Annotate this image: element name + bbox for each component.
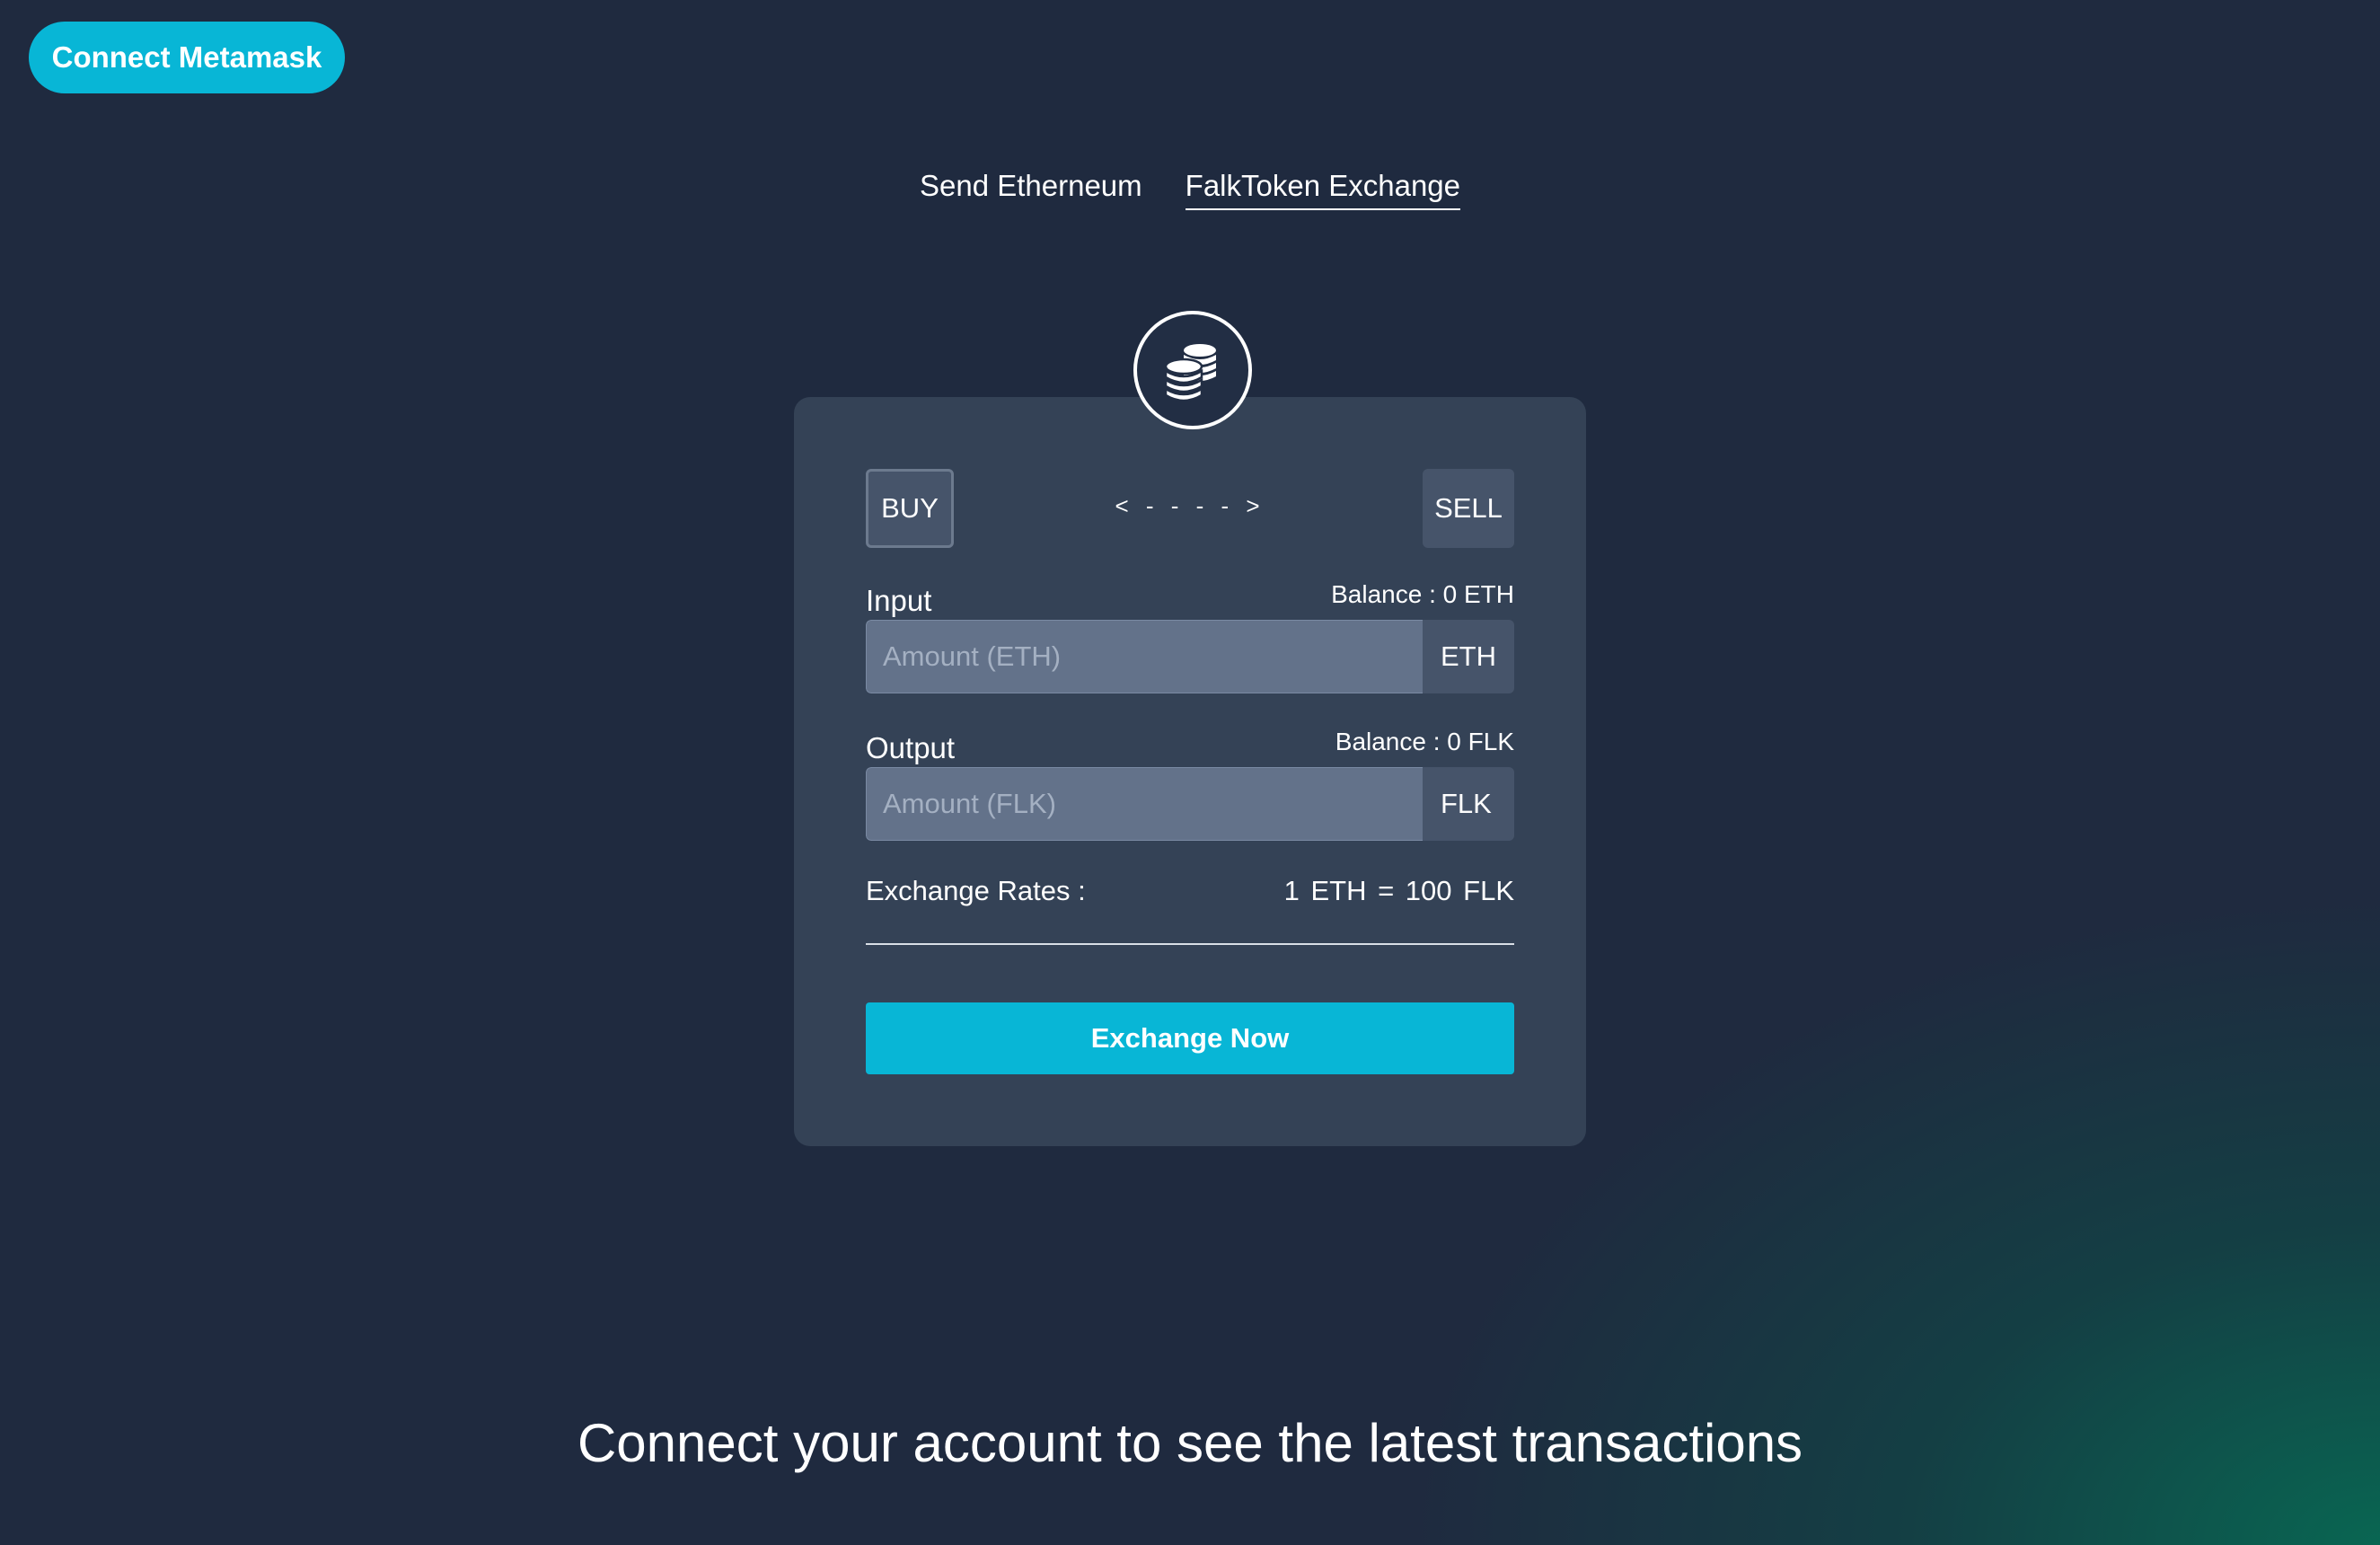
input-label: Input bbox=[866, 584, 932, 617]
connect-metamask-button[interactable]: Connect Metamask bbox=[29, 22, 345, 93]
tab-send-ethereum[interactable]: Send Etherneum bbox=[920, 169, 1142, 210]
exchange-rates-label: Exchange Rates : bbox=[866, 875, 1086, 906]
exchange-now-button[interactable]: Exchange Now bbox=[866, 1002, 1514, 1074]
eth-unit-label: ETH bbox=[1423, 620, 1514, 693]
output-label: Output bbox=[866, 731, 956, 764]
rates-row: Exchange Rates : 1 ETH = 100 FLK bbox=[866, 875, 1514, 920]
eth-balance: Balance : 0 ETH bbox=[1331, 580, 1514, 608]
mode-toggle-row: BUY < - - - - > SELL bbox=[866, 469, 1514, 548]
exchange-rates-value: 1 ETH = 100 FLK bbox=[1283, 875, 1514, 906]
divider bbox=[866, 943, 1514, 945]
flk-balance: Balance : 0 FLK bbox=[1335, 728, 1514, 755]
flk-unit-label: FLK bbox=[1423, 767, 1514, 841]
input-header: Input Balance : 0 ETH bbox=[866, 577, 1514, 622]
coins-icon bbox=[1164, 344, 1216, 402]
top-nav: Send Etherneum FalkToken Exchange bbox=[0, 169, 2380, 210]
eth-amount-input[interactable] bbox=[866, 620, 1423, 693]
exchange-card: BUY < - - - - > SELL Input Balance : 0 E… bbox=[794, 397, 1586, 1146]
tab-falktoken-exchange[interactable]: FalkToken Exchange bbox=[1185, 169, 1461, 210]
connect-account-message: Connect your account to see the latest t… bbox=[577, 1413, 1803, 1473]
sell-button[interactable]: SELL bbox=[1423, 469, 1514, 548]
divider-wrap bbox=[866, 943, 1514, 945]
direction-indicator: < - - - - > bbox=[1115, 492, 1265, 519]
coins-badge bbox=[1133, 311, 1252, 429]
output-header: Output Balance : 0 FLK bbox=[866, 724, 1514, 769]
submit-wrap: Exchange Now bbox=[866, 1002, 1514, 1074]
flk-amount-input[interactable] bbox=[866, 767, 1423, 841]
